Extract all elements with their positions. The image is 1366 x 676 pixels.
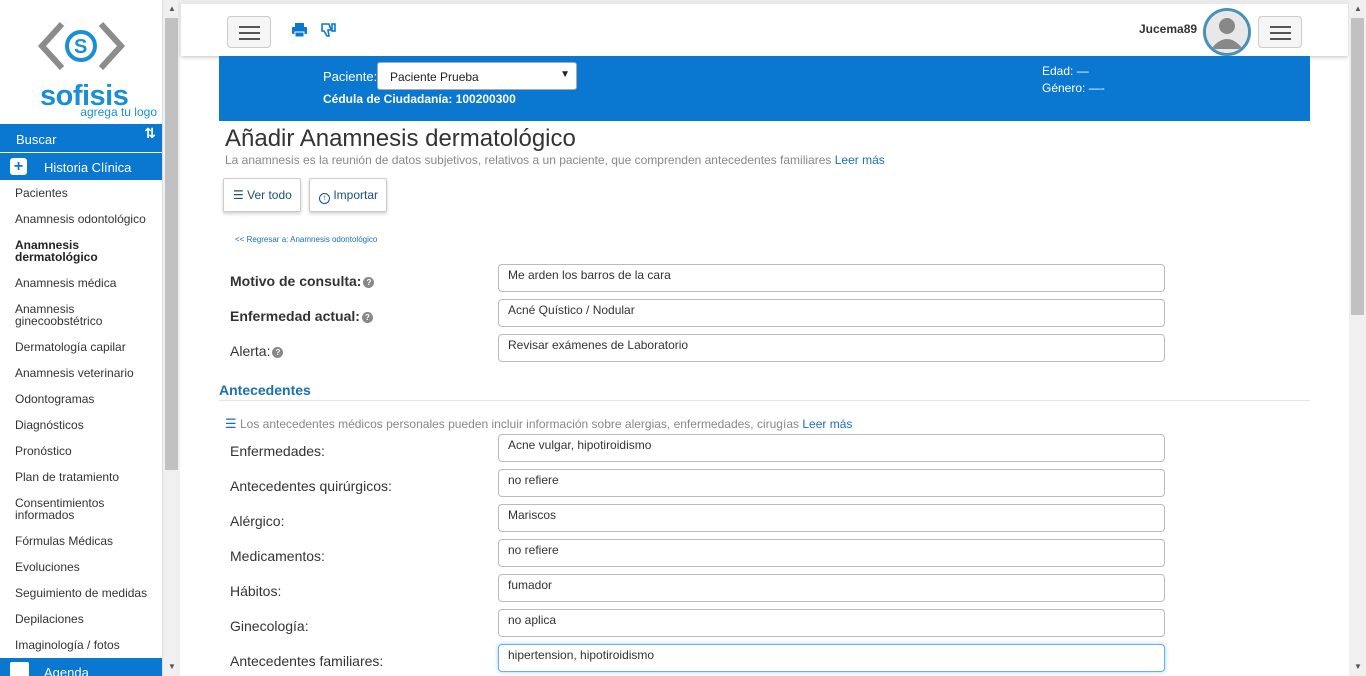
search-bar[interactable]: Buscar ⇅ [0,124,162,152]
logo[interactable]: S sofisis agrega tu logo [0,0,162,123]
antecedentes-description: ☰ Los antecedentes médicos personales pu… [225,416,852,432]
scroll-up-icon[interactable]: ▲ [168,4,176,13]
sidebar-scrollbar[interactable]: ▲ ▼ [163,0,180,676]
alergico-label: Alérgico: [230,513,285,529]
scroll-down-icon[interactable]: ▼ [168,662,176,671]
user-name[interactable]: Jucema89 [1139,22,1197,36]
alergico-input[interactable]: Mariscos [498,504,1165,532]
sidebar-item-depilaciones[interactable]: Depilaciones [15,613,160,625]
quirurgicos-input[interactable]: no refiere [498,469,1165,497]
read-more-link[interactable]: Leer más [835,153,885,167]
sidebar-item-seguimiento-medidas[interactable]: Seguimiento de medidas [15,587,160,599]
scroll-up-icon[interactable]: ▲ [1354,4,1362,13]
page-description: La anamnesis es la reunión de datos subj… [225,153,885,167]
sidebar-item-anamnesis-veterinario[interactable]: Anamnesis veterinario [15,367,160,379]
patient-select[interactable]: Paciente Prueba ▼ [377,62,577,90]
back-link[interactable]: << Regresar a: Anamnesis odontológico [235,235,377,244]
sidebar-item-pronostico[interactable]: Pronóstico [15,445,160,457]
section-title-antecedentes: Antecedentes [219,382,311,398]
section-historia-clinica[interactable]: + Historia Clínica [0,153,162,180]
svg-text:S: S [74,36,87,58]
sidebar-item-evoluciones[interactable]: Evoluciones [15,561,160,573]
sidebar-item-formulas-medicas[interactable]: Fórmulas Médicas [15,535,160,547]
patient-age: Edad: — [1042,64,1089,78]
upload-icon: ↑ [319,193,330,204]
quirurgicos-label: Antecedentes quirúrgicos: [230,478,392,494]
sidebar-item-anamnesis-odontologico[interactable]: Anamnesis odontológico [15,213,160,225]
sidebar-toggle-button[interactable] [227,16,271,48]
patient-id: Cédula de Ciudadanía: 100200300 [323,92,516,106]
chevron-down-icon: ▼ [560,69,570,80]
topbar: Jucema89 [181,0,1348,56]
view-all-label: Ver todo [247,188,292,202]
divider [219,400,1310,401]
familiares-label: Antecedentes familiares: [230,653,384,669]
enfermedad-label-text: Enfermedad actual: [230,308,360,324]
medicamentos-input[interactable]: no refiere [498,539,1165,567]
enfermedades-input[interactable]: Acne vulgar, hipotiroidismo [498,434,1165,462]
sidebar-item-dermatologia-capilar[interactable]: Dermatología capilar [15,341,160,353]
familiares-input[interactable]: hipertension, hipotiroidismo [498,644,1165,672]
sofisis-logo-icon: S [37,21,126,71]
enfermedades-label: Enfermedades: [230,443,325,459]
enfermedad-label: Enfermedad actual:? [230,308,373,324]
alerta-label-text: Alerta: [230,343,271,359]
enfermedad-input[interactable]: Acné Quístico / Nodular [498,299,1165,327]
medicamentos-label: Medicamentos: [230,548,325,564]
help-icon[interactable]: ? [361,312,373,323]
sidebar-item-anamnesis-dermatologico[interactable]: Anamnesis dermatológico [15,239,160,263]
alerta-label: Alerta:? [230,343,284,359]
view-all-button[interactable]: ☰ Ver todo [223,178,301,212]
import-button[interactable]: ↑ Importar [309,178,388,212]
read-more-link[interactable]: Leer más [802,417,852,431]
motivo-label-text: Motivo de consulta: [230,273,362,289]
ginecologia-label: Ginecología: [230,618,309,634]
sidebar-item-imaginologia[interactable]: Imaginología / fotos [15,639,160,651]
sidebar-item-anamnesis-medica[interactable]: Anamnesis médica [15,277,160,289]
dislike-icon[interactable] [320,22,337,38]
sidebar-item-diagnosticos[interactable]: Diagnósticos [15,419,160,431]
patient-select-value: Paciente Prueba [390,70,479,84]
sidebar-item-anamnesis-ginecoobstetrico[interactable]: Anamnesis ginecoobstétrico [15,303,160,327]
list-icon: ☰ [233,188,244,202]
antecedentes-description-text: Los antecedentes médicos personales pued… [240,417,799,431]
agenda-label: Agenda [44,665,89,676]
calendar-icon [10,662,29,676]
page-description-text: La anamnesis es la reunión de datos subj… [225,153,832,167]
motivo-input[interactable]: Me arden los barros de la cara [498,264,1165,292]
sidebar-item-odontogramas[interactable]: Odontogramas [15,393,160,405]
sidebar: S sofisis agrega tu logo Buscar ⇅ + Hist… [0,0,163,676]
logo-tagline[interactable]: agrega tu logo [80,105,157,119]
section-label: Historia Clínica [44,160,132,175]
ginecologia-input[interactable]: no aplica [498,609,1165,637]
sidebar-item-plan-tratamiento[interactable]: Plan de tratamiento [15,471,160,483]
section-agenda[interactable]: Agenda [0,658,162,676]
help-icon[interactable]: ? [272,347,284,358]
user-menu-button[interactable] [1258,16,1302,48]
user-avatar-icon[interactable] [1203,8,1251,56]
search-label: Buscar [16,132,57,147]
patient-gender: Género: —- [1042,81,1105,95]
habitos-label: Hábitos: [230,583,282,599]
list-icon: ☰ [225,416,237,431]
patient-banner: Paciente: Paciente Prueba ▼ Cédula de Ci… [219,56,1310,121]
page-title: Añadir Anamnesis dermatológico [225,125,576,152]
sidebar-scroll-thumb[interactable] [165,18,178,470]
page-scroll-thumb[interactable] [1351,18,1364,315]
motivo-label: Motivo de consulta:? [230,273,375,289]
alerta-input[interactable]: Revisar exámenes de Laboratorio [498,334,1165,362]
patient-label: Paciente: [323,69,378,84]
sidebar-item-pacientes[interactable]: Pacientes [15,187,160,199]
sort-arrows-icon[interactable]: ⇅ [144,125,156,142]
plus-icon: + [10,158,27,175]
print-icon[interactable] [291,22,308,38]
habitos-input[interactable]: fumador [498,574,1165,602]
help-icon[interactable]: ? [363,277,375,288]
sidebar-item-consentimientos[interactable]: Consentimientos informados [15,497,160,521]
import-label: Importar [333,188,379,202]
page-scrollbar[interactable]: ▲ ▼ [1349,0,1366,676]
scroll-down-icon[interactable]: ▼ [1354,662,1362,671]
